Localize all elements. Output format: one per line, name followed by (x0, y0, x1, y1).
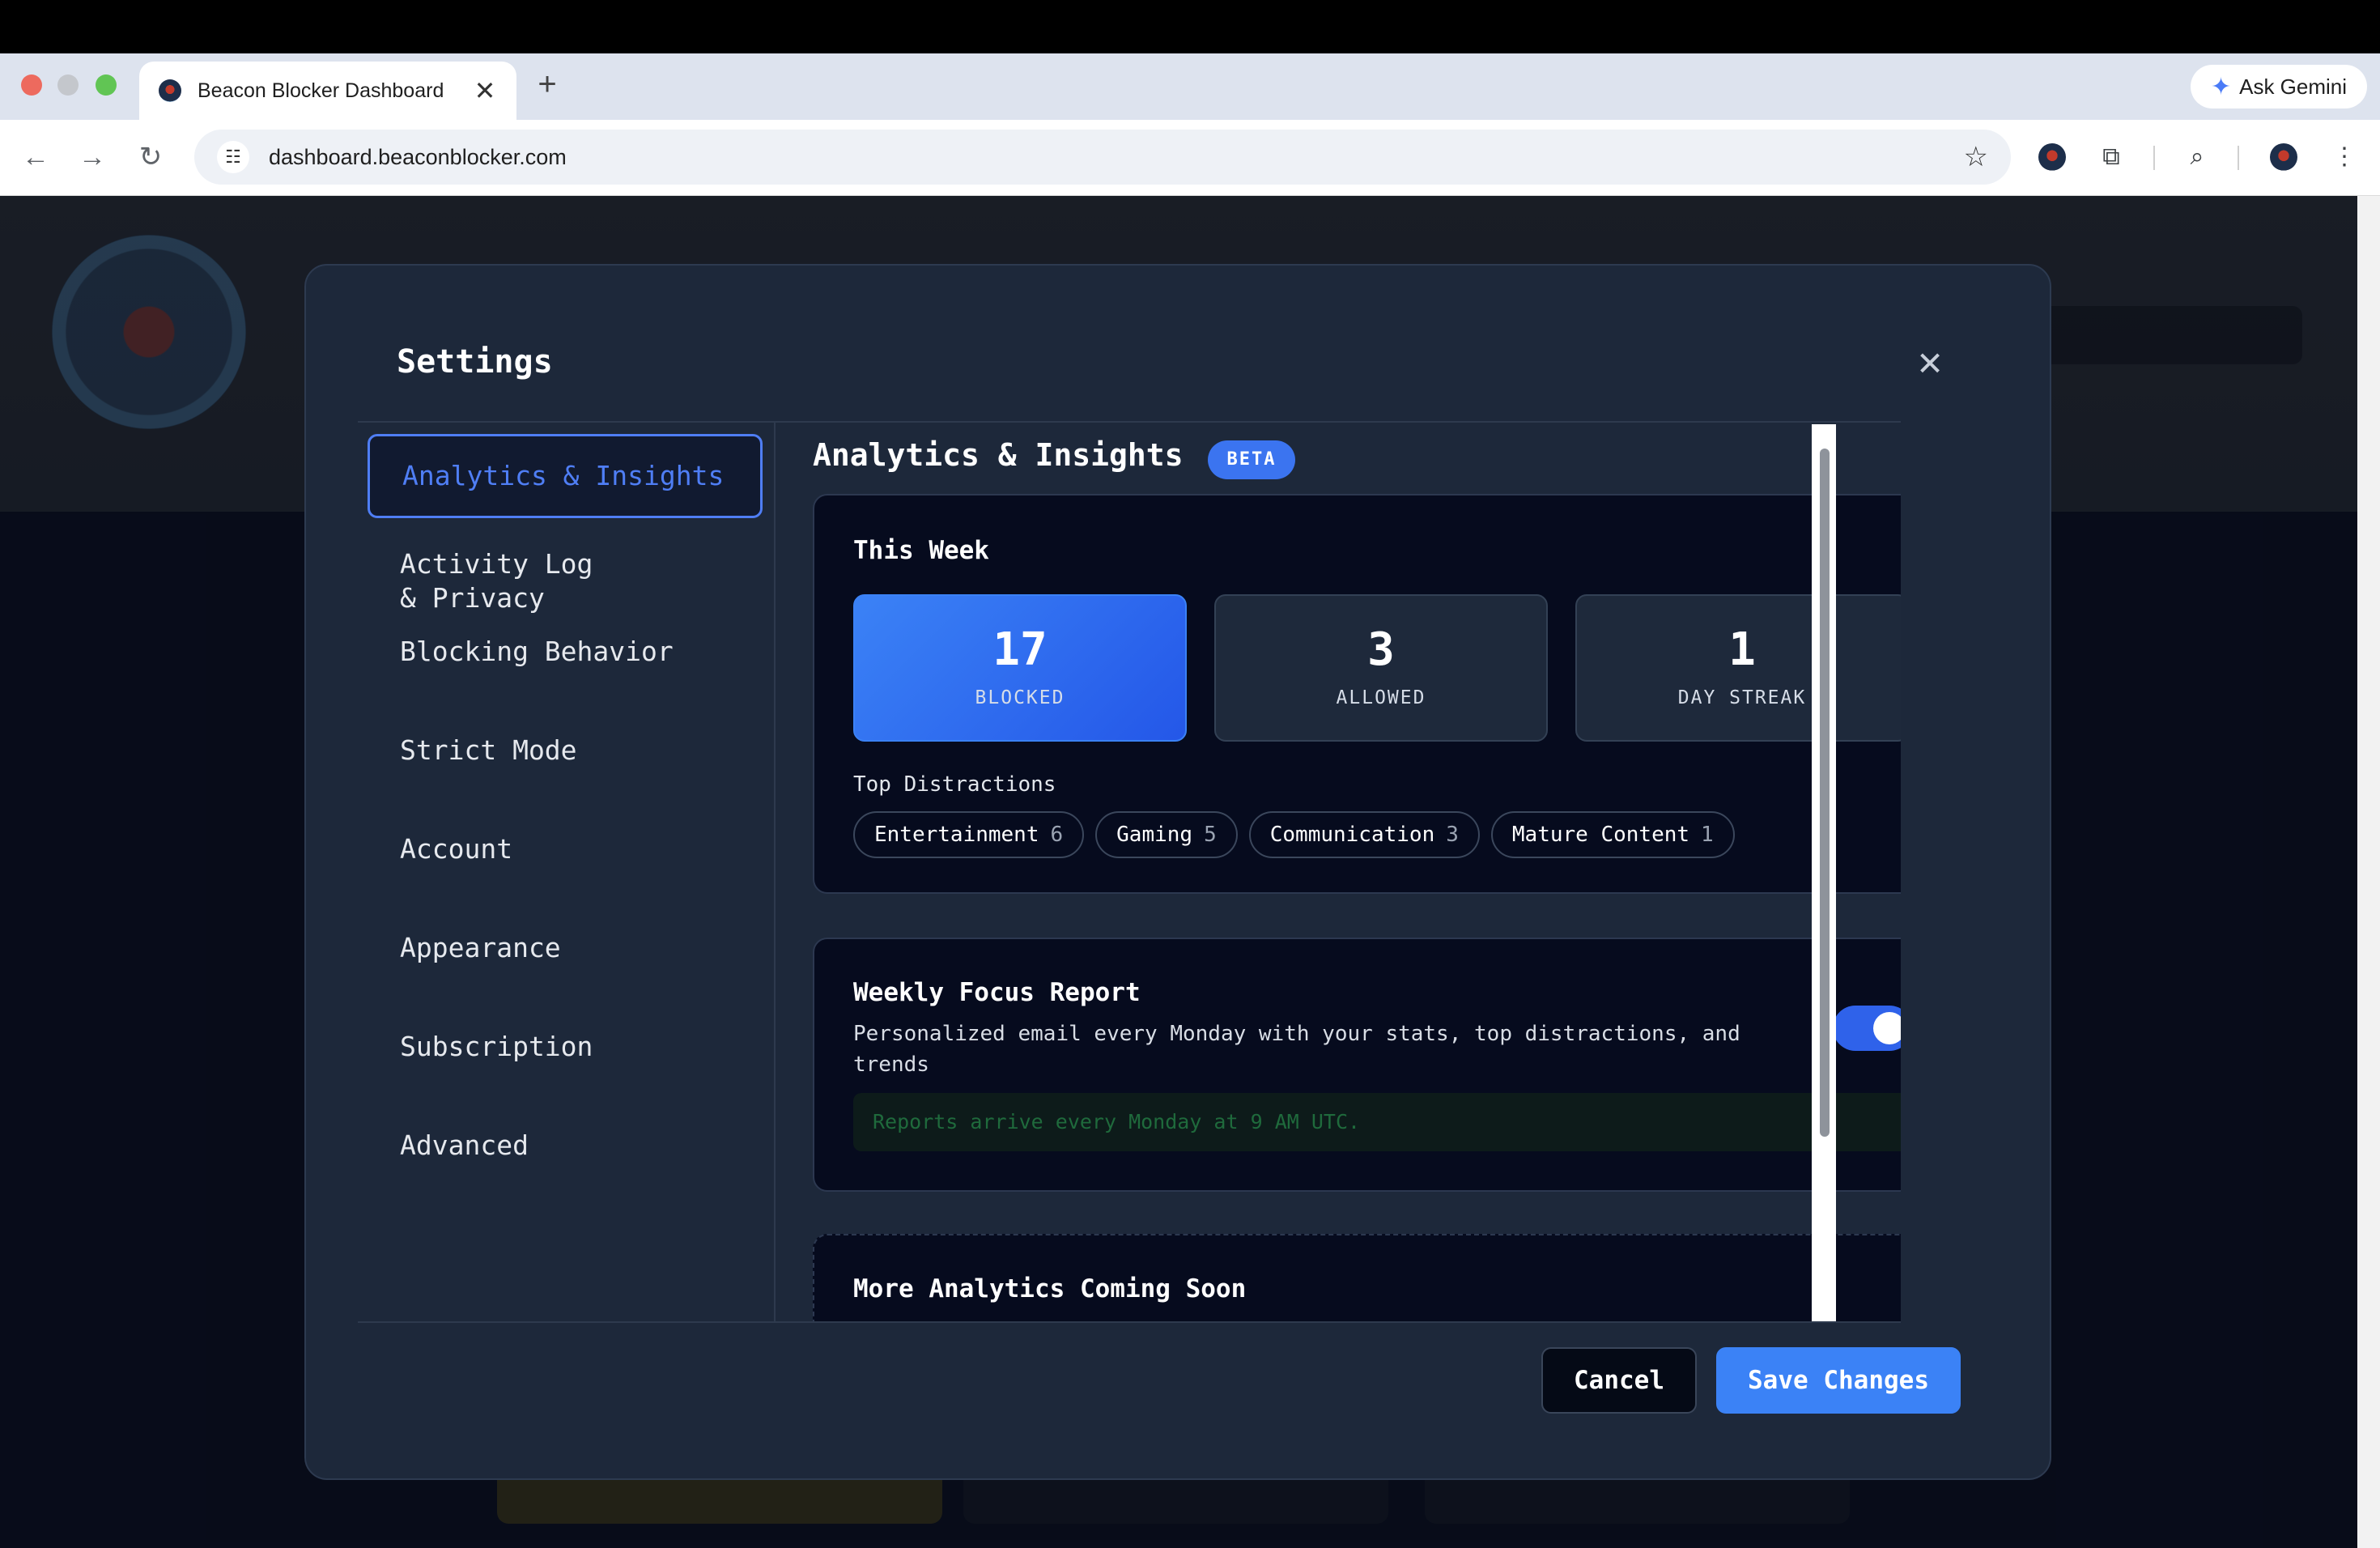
chip-name: Gaming (1116, 823, 1192, 847)
close-icon[interactable]: ✕ (1909, 340, 1951, 382)
stat-blocked: 17 BLOCKED (853, 594, 1187, 742)
stat-value: 1 (1577, 623, 1901, 676)
sidebar-item-label: Subscription (400, 1031, 593, 1062)
beta-badge: BETA (1208, 440, 1295, 479)
distraction-chips: Entertainment 6 Gaming 5 Communication 3… (853, 811, 1735, 858)
new-tab-button[interactable]: + (531, 68, 563, 100)
bookmark-star-icon[interactable]: ☆ (1964, 141, 1988, 173)
card-title: This Week (853, 536, 989, 565)
distraction-chip: Gaming 5 (1095, 811, 1238, 858)
coming-soon-card: More Analytics Coming Soon (813, 1234, 1901, 1321)
reload-icon[interactable]: ↻ (133, 139, 168, 175)
beacon-extension-icon[interactable] (2038, 143, 2066, 171)
top-distractions-label: Top Distractions (853, 772, 1056, 797)
window-minimize-button[interactable] (57, 74, 79, 96)
cancel-button[interactable]: Cancel (1541, 1347, 1697, 1414)
toolbar-separator (2238, 146, 2239, 170)
sidebar-item-subscription[interactable]: Subscription (368, 1030, 763, 1064)
settings-modal: Settings ✕ Analytics & Insights Activity… (304, 264, 2051, 1480)
toolbar-separator (2153, 146, 2155, 170)
distraction-chip: Communication 3 (1249, 811, 1480, 858)
browser-tab[interactable]: Beacon Blocker Dashboard ✕ (139, 62, 516, 120)
sidebar-item-activity-log[interactable]: Activity Log & Privacy (368, 547, 635, 615)
report-schedule-note: Reports arrive every Monday at 9 AM UTC. (853, 1093, 1901, 1151)
sidebar-item-label: Blocking Behavior (400, 636, 674, 667)
site-settings-icon[interactable]: ☷ (217, 141, 249, 173)
stat-value: 17 (855, 623, 1185, 676)
sidebar-item-blocking[interactable]: Blocking Behavior (368, 635, 763, 669)
weekly-report-toggle[interactable] (1833, 1006, 1901, 1051)
section-title: Analytics & Insights (813, 437, 1184, 473)
stat-label: DAY STREAK (1577, 687, 1901, 708)
menu-kebab-icon[interactable]: ⋮ (2327, 139, 2362, 175)
divider (358, 1321, 1901, 1323)
address-bar[interactable]: ☷ dashboard.beaconblocker.com ☆ (194, 130, 2011, 185)
weekly-report-card: Weekly Focus Report Personalized email e… (813, 938, 1901, 1192)
card-title: Weekly Focus Report (853, 978, 1141, 1007)
extensions-icon[interactable]: ⧉ (2093, 139, 2129, 175)
stat-day-streak: 1 DAY STREAK (1575, 594, 1901, 742)
sidebar-item-label: Analytics & Insights (402, 459, 724, 493)
sidebar-item-label: Account (400, 833, 512, 865)
sidebar-item-label: Strict Mode (400, 734, 577, 766)
sidebar-item-label: Advanced (400, 1129, 529, 1161)
window-close-button[interactable] (21, 74, 42, 96)
sidebar-item-analytics[interactable]: Analytics & Insights (368, 434, 763, 518)
window-zoom-button[interactable] (96, 74, 117, 96)
chip-count: 5 (1204, 823, 1217, 847)
toggle-knob (1873, 1012, 1901, 1044)
page-scrollbar[interactable] (2357, 196, 2380, 1548)
report-description: Personalized email every Monday with you… (853, 1019, 1825, 1080)
settings-content: Analytics & Insights BETA This Week 17 B… (776, 423, 1901, 1321)
stat-label: BLOCKED (855, 687, 1185, 708)
sidebar-item-strict-mode[interactable]: Strict Mode (368, 734, 763, 768)
this-week-card: This Week 17 BLOCKED 3 ALLOWED 1 DAY STR… (813, 494, 1901, 894)
chip-count: 1 (1701, 823, 1714, 847)
sidebar-item-label: Activity Log & Privacy (400, 548, 593, 614)
tab-title: Beacon Blocker Dashboard (198, 79, 473, 103)
modal-title: Settings (397, 343, 553, 381)
chip-name: Entertainment (874, 823, 1039, 847)
save-changes-button[interactable]: Save Changes (1716, 1347, 1961, 1414)
content-scrollbar-thumb[interactable] (1820, 449, 1830, 1137)
chip-name: Communication (1270, 823, 1435, 847)
profile-avatar-icon[interactable] (2270, 143, 2297, 171)
chip-name: Mature Content (1512, 823, 1689, 847)
distraction-chip: Mature Content 1 (1491, 811, 1735, 858)
stat-label: ALLOWED (1216, 687, 1546, 708)
tab-close-icon[interactable]: ✕ (473, 78, 497, 104)
sidebar-item-label: Appearance (400, 932, 561, 963)
sidebar-item-appearance[interactable]: Appearance (368, 931, 763, 965)
stat-allowed: 3 ALLOWED (1214, 594, 1548, 742)
screen-top-bar (0, 0, 2380, 53)
search-tab-icon[interactable]: ⌕ (2179, 139, 2215, 175)
gemini-sparkle-icon: ✦ (2211, 73, 2231, 101)
sidebar-item-advanced[interactable]: Advanced (368, 1129, 763, 1163)
beacon-favicon-icon (159, 79, 181, 102)
ask-gemini-label: Ask Gemini (2239, 74, 2347, 100)
chip-count: 6 (1051, 823, 1064, 847)
card-title: More Analytics Coming Soon (853, 1274, 1246, 1303)
ask-gemini-button[interactable]: ✦ Ask Gemini (2191, 65, 2367, 108)
forward-arrow-icon[interactable]: → (74, 139, 110, 175)
url-text[interactable]: dashboard.beaconblocker.com (269, 145, 1964, 170)
back-arrow-icon[interactable]: ← (18, 139, 53, 175)
stat-value: 3 (1216, 623, 1546, 676)
chip-count: 3 (1446, 823, 1459, 847)
distraction-chip: Entertainment 6 (853, 811, 1084, 858)
sidebar-item-account[interactable]: Account (368, 832, 763, 866)
